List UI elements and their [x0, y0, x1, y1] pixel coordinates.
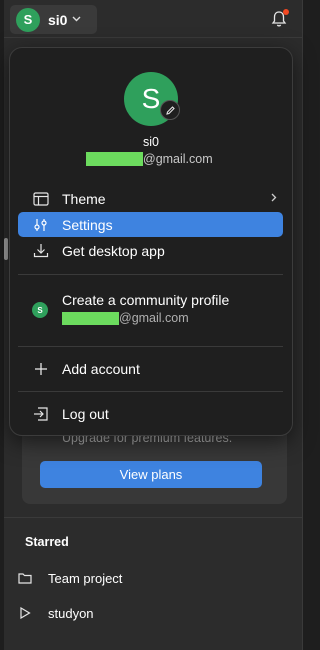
menu-item-log-out[interactable]: Log out — [18, 401, 283, 426]
starred-heading: Starred — [25, 535, 69, 549]
menu-divider — [18, 391, 283, 392]
scroll-indicator — [4, 238, 8, 260]
divider — [4, 517, 303, 518]
menu-item-settings[interactable]: Settings — [18, 212, 283, 237]
community-profile-title: Create a community profile — [62, 292, 230, 308]
pencil-icon[interactable] — [160, 100, 180, 120]
sliders-icon — [33, 217, 49, 233]
download-icon — [33, 243, 49, 259]
menu-item-theme[interactable]: Theme — [18, 186, 283, 211]
redacted-text — [86, 151, 143, 166]
folder-icon — [18, 571, 32, 585]
menu-item-label: Get desktop app — [62, 242, 165, 259]
menu-item-get-desktop-app[interactable]: Get desktop app — [18, 238, 283, 263]
notification-dot — [283, 9, 289, 15]
username-label: si0 — [48, 11, 68, 28]
email-suffix: @gmail.com — [143, 151, 213, 166]
community-profile-email: @gmail.com — [62, 311, 189, 325]
chevron-down-icon — [72, 14, 81, 25]
plus-icon — [33, 361, 49, 377]
menu-divider — [18, 274, 283, 275]
view-plans-button[interactable]: View plans — [40, 461, 262, 488]
redacted-text — [62, 311, 119, 325]
avatar: S — [32, 302, 48, 318]
starred-item-studyon[interactable]: studyon — [18, 603, 94, 623]
logout-icon — [33, 406, 49, 422]
menu-item-label: Add account — [62, 360, 140, 377]
menu-item-label: Settings — [62, 216, 113, 233]
menu-item-add-account[interactable]: Add account — [18, 356, 283, 381]
play-icon — [18, 606, 32, 620]
profile-email: @gmail.com — [86, 151, 213, 166]
starred-item-label: studyon — [48, 605, 94, 621]
menu-item-label: Theme — [62, 190, 106, 207]
chevron-right-icon — [271, 191, 277, 205]
avatar: S — [16, 7, 40, 32]
email-suffix: @gmail.com — [119, 311, 189, 325]
account-switcher-button[interactable]: S si0 — [10, 5, 97, 34]
starred-item-team-project[interactable]: Team project — [18, 568, 122, 588]
theme-icon — [33, 191, 49, 207]
bell-icon[interactable] — [271, 9, 289, 28]
menu-divider — [18, 346, 283, 347]
menu-item-label: Log out — [62, 405, 109, 422]
starred-item-label: Team project — [48, 570, 123, 586]
create-community-profile-item[interactable]: S Create a community profile @gmail.com — [18, 292, 283, 328]
profile-name: si0 — [143, 135, 159, 149]
